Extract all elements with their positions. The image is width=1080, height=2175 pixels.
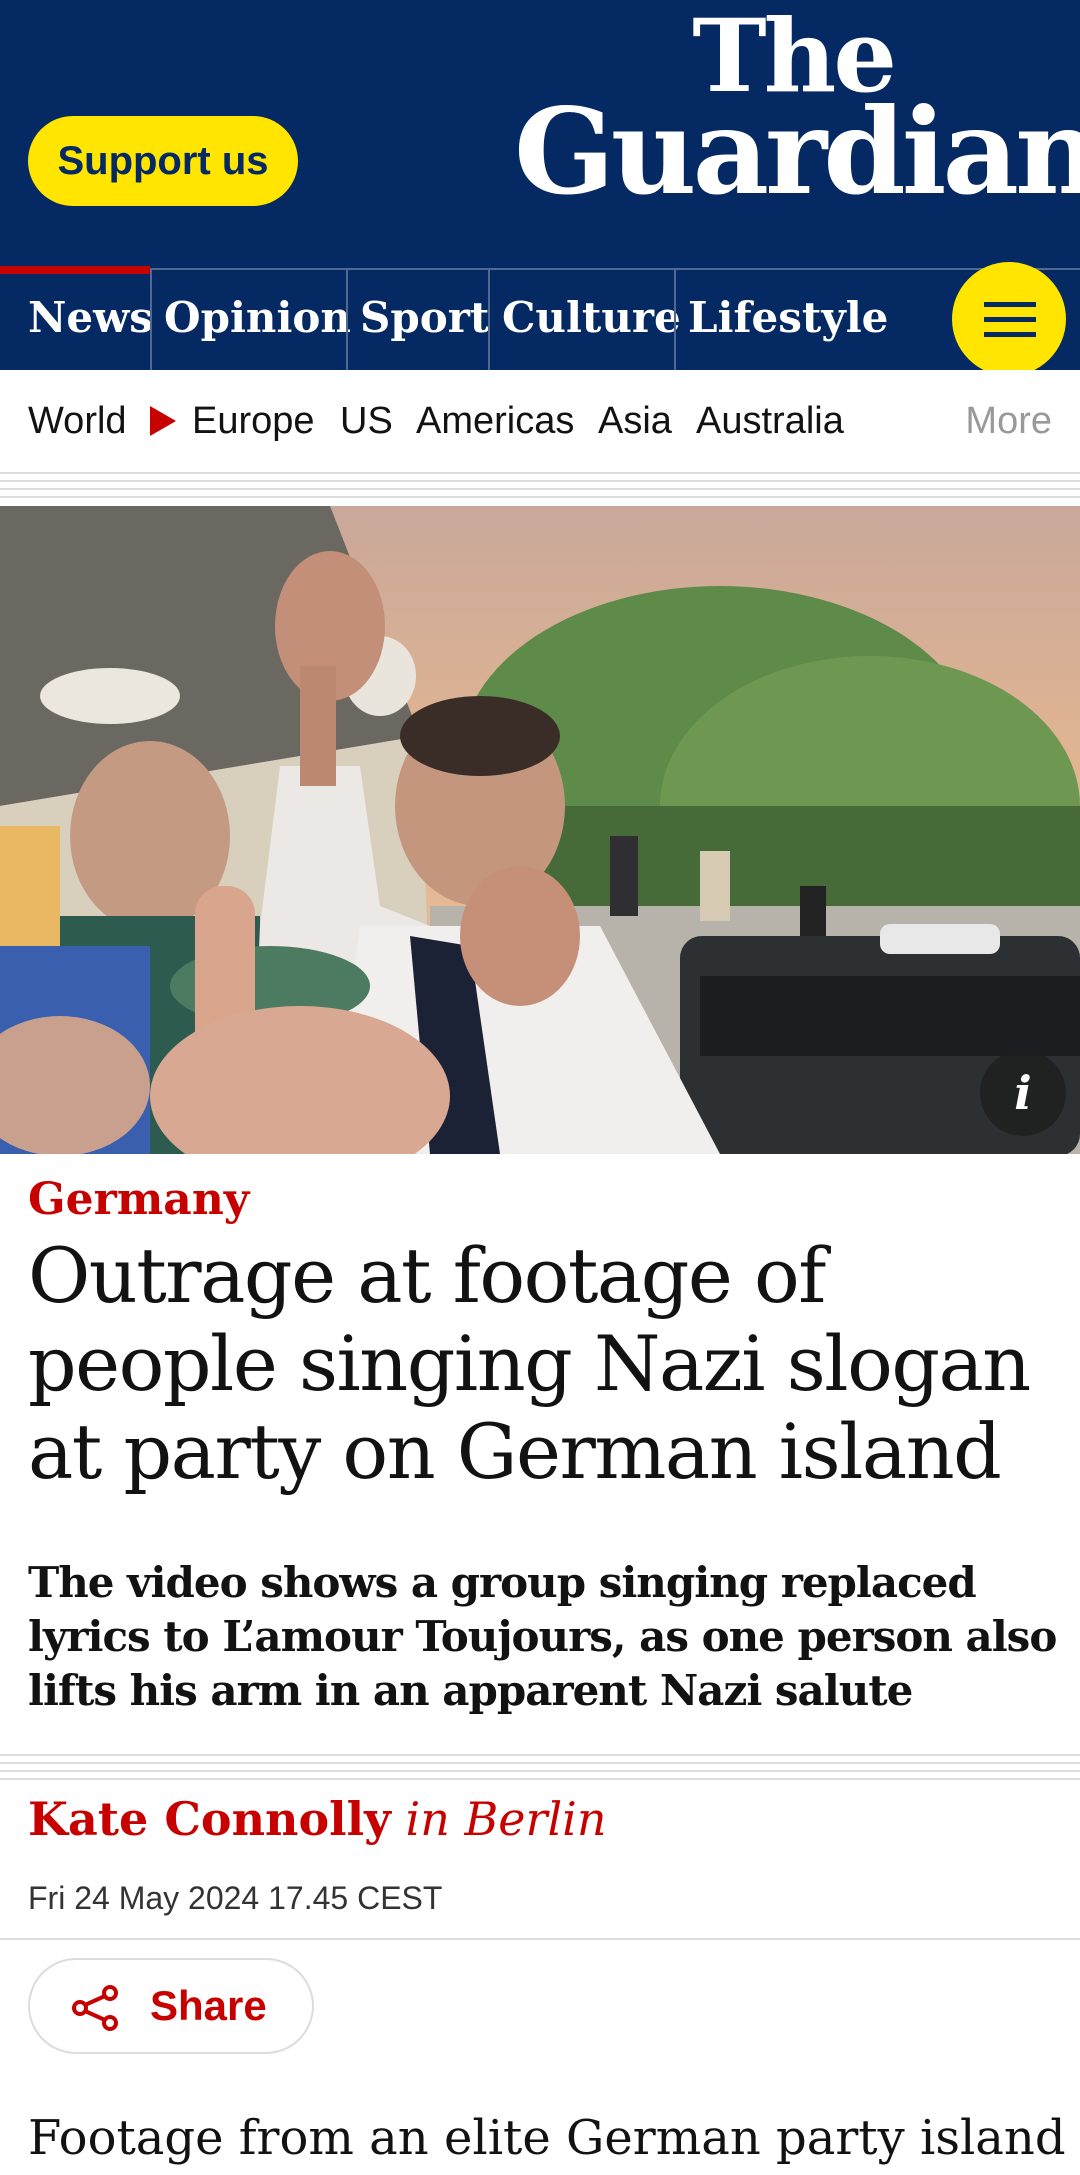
pillar-culture[interactable]: Culture xyxy=(488,270,681,370)
hero-image xyxy=(0,506,1080,1154)
article-body-first-line: Footage from an elite German party islan… xyxy=(28,2110,1080,2166)
share-button[interactable]: Share xyxy=(28,1958,314,2054)
hamburger-menu-icon[interactable] xyxy=(952,262,1066,376)
pillar-news[interactable]: News xyxy=(0,266,153,370)
image-info-icon[interactable]: i xyxy=(980,1050,1066,1136)
section-divider xyxy=(0,472,1080,506)
subnav-asia[interactable]: Asia xyxy=(598,400,672,443)
hero-video-still[interactable]: i xyxy=(0,506,1080,1154)
byline-location: in Berlin xyxy=(405,1792,607,1846)
pillar-nav: News Opinion Sport Culture Lifestyle xyxy=(0,266,1080,370)
section-subnav: World Europe US Americas Asia Australia … xyxy=(0,370,1080,472)
share-icon xyxy=(72,1985,118,2031)
meta-divider xyxy=(0,1938,1080,1940)
pillar-sport[interactable]: Sport xyxy=(346,270,489,370)
guardian-logo[interactable]: The Guardian xyxy=(514,6,1080,221)
masthead: Support us The Guardian xyxy=(0,0,1080,268)
pillar-opinion[interactable]: Opinion xyxy=(150,270,351,370)
pillar-lifestyle[interactable]: Lifestyle xyxy=(674,270,888,370)
support-us-button[interactable]: Support us xyxy=(28,116,298,206)
publish-date[interactable]: Fri 24 May 2024 17.45 CEST xyxy=(28,1880,442,1917)
author-name[interactable]: Kate Connolly xyxy=(28,1792,391,1846)
subnav-europe[interactable]: Europe xyxy=(192,400,315,443)
active-section-arrow-icon xyxy=(150,406,176,436)
section-kicker[interactable]: Germany xyxy=(28,1174,249,1225)
share-label: Share xyxy=(150,1982,267,2029)
subnav-australia[interactable]: Australia xyxy=(696,400,844,443)
logo-line-guardian: Guardian xyxy=(514,82,1080,221)
subnav-americas[interactable]: Americas xyxy=(416,400,574,443)
standfirst-divider xyxy=(0,1754,1080,1784)
subnav-world[interactable]: World xyxy=(28,400,127,443)
article-headline: Outrage at footage of people singing Naz… xyxy=(28,1231,1031,1496)
byline: Kate Connolly in Berlin xyxy=(28,1792,607,1846)
subnav-us[interactable]: US xyxy=(340,400,393,443)
article-standfirst: The video shows a group singing replaced… xyxy=(28,1558,1057,1715)
subnav-more[interactable]: More xyxy=(965,400,1052,443)
